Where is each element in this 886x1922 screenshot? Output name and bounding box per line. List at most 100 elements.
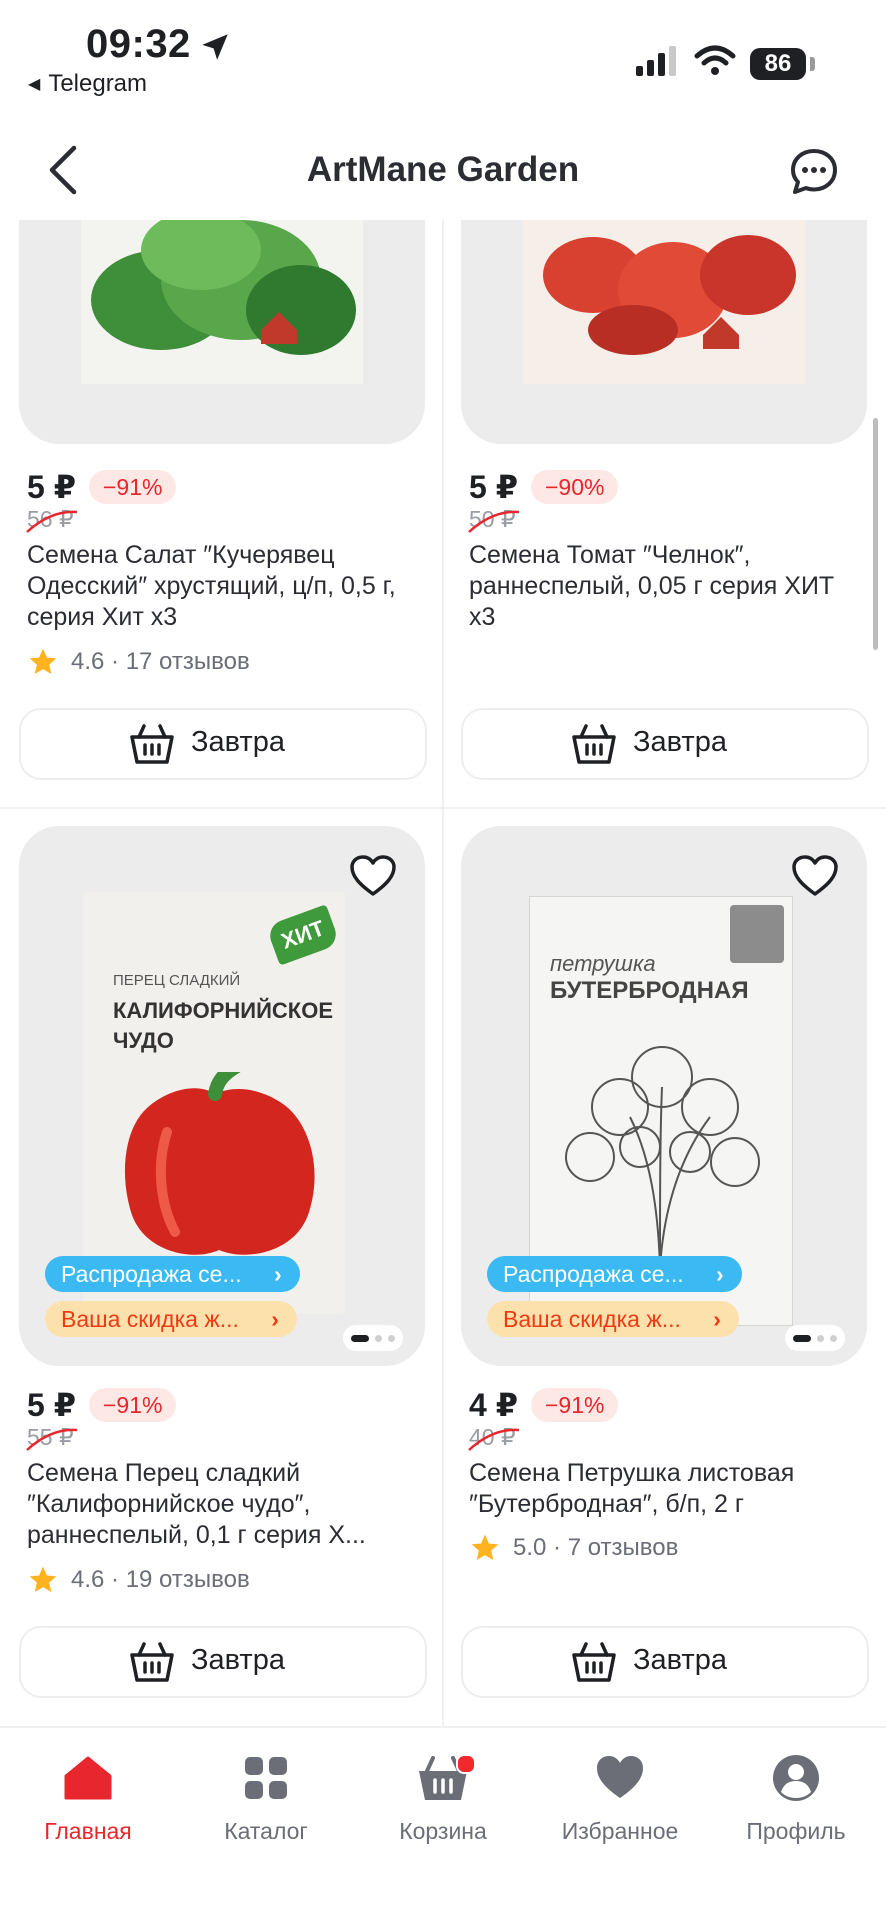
battery-tip <box>810 57 815 71</box>
delivery-label: Завтра <box>633 726 727 758</box>
product-image[interactable]: Распродажа се...› Ваша скидка ж...› <box>19 220 425 444</box>
rating: 4.6 · 17 отзывов <box>27 648 250 676</box>
delivery-label: Завтра <box>191 1644 285 1676</box>
column-divider <box>442 220 444 1730</box>
tomato-illustration <box>543 235 796 355</box>
discount-promo-badge[interactable]: Ваша скидка ж... › <box>487 1301 739 1337</box>
chevron-right-icon: › <box>713 1306 721 1332</box>
brand-logo <box>730 905 784 963</box>
basket-icon <box>572 724 616 764</box>
rating-text: 4.6 · 17 отзывов <box>71 648 250 675</box>
seed-pack-image: ХИТ ПЕРЕЦ СЛАДКИЙ КАЛИФОРНИЙСКОЕ ЧУДО <box>83 892 345 1314</box>
chevron-right-icon: › <box>715 1261 724 1287</box>
location-arrow-icon <box>202 34 228 60</box>
discount-promo-label: Ваша скидка ж... <box>503 1306 681 1332</box>
price: 4 ₽ <box>469 1387 518 1423</box>
bottom-tab-bar: Главная Каталог Корзина Избранное Профил… <box>0 1726 886 1922</box>
discount-promo-badge[interactable]: Ваша скидка ж... › <box>45 1301 297 1337</box>
product-grid: Распродажа се...› Ваша скидка ж...› 5 ₽ … <box>0 220 886 1730</box>
delivery-label: Завтра <box>191 726 285 758</box>
profile-icon <box>773 1755 819 1801</box>
discount-badge: −91% <box>89 1388 177 1422</box>
catalog-icon <box>245 1757 287 1799</box>
favorite-heart-icon[interactable] <box>349 854 397 898</box>
status-time: 09:32 <box>86 22 191 66</box>
product-image[interactable]: Распродажа се...› Ваша скидка ж...› <box>461 220 867 444</box>
basket-icon <box>572 1642 616 1682</box>
shop-title: ArtMane Garden <box>306 150 580 189</box>
strikethrough-icon <box>468 510 520 533</box>
tab-cart[interactable]: Корзина <box>358 1752 528 1845</box>
wifi-icon <box>694 45 736 75</box>
sale-promo-badge[interactable]: Распродажа се... › <box>487 1256 742 1292</box>
sale-promo-badge[interactable]: Распродажа се... › <box>45 1256 300 1292</box>
add-to-cart-button[interactable]: Завтра <box>19 708 427 780</box>
star-icon <box>471 1534 499 1560</box>
price: 5 ₽ <box>27 469 76 505</box>
add-to-cart-button[interactable]: Завтра <box>461 1626 869 1698</box>
rating: 4.6 · 19 отзывов <box>27 1566 250 1594</box>
tab-favorites[interactable]: Избранное <box>535 1752 705 1845</box>
strikethrough-icon <box>26 510 78 533</box>
rating-text: 4.6 · 19 отзывов <box>71 1566 250 1593</box>
star-icon <box>29 1566 57 1592</box>
tab-label: Главная <box>44 1818 132 1844</box>
discount-badge: −91% <box>89 470 177 504</box>
back-triangle-icon: ◀ <box>28 76 41 93</box>
product-image[interactable]: ХИТ ПЕРЕЦ СЛАДКИЙ КАЛИФОРНИЙСКОЕ ЧУДО Ра… <box>19 826 425 1366</box>
price: 5 ₽ <box>469 469 518 505</box>
basket-icon <box>130 1642 174 1682</box>
heart-icon <box>597 1756 643 1798</box>
star-icon <box>29 648 57 674</box>
pack-subtitle: петрушка <box>550 951 656 976</box>
product-name[interactable]: Семена Томат ″Челнок″, раннеспелый, 0,05… <box>469 540 864 633</box>
status-bar: 09:32 ◀ Telegram 86 <box>0 0 886 110</box>
product-image[interactable]: петрушка БУТЕРБРОДНАЯ Распродажа се... › … <box>461 826 867 1366</box>
sale-promo-label: Распродажа се... <box>61 1261 242 1287</box>
back-to-app-link[interactable]: ◀ Telegram <box>28 70 147 98</box>
battery-indicator: 86 <box>750 48 806 80</box>
back-app-label: Telegram <box>48 70 148 97</box>
pack-subtitle: ПЕРЕЦ СЛАДКИЙ <box>113 972 241 989</box>
shop-header: ArtMane Garden <box>0 120 886 220</box>
rating-text: 5.0 · 7 отзывов <box>513 1534 679 1561</box>
strikethrough-icon <box>26 1428 78 1451</box>
discount-badge: −91% <box>531 1388 619 1422</box>
pack-title: КАЛИФОРНИЙСКОЕ ЧУДО <box>113 998 334 1053</box>
cellular-signal-icon <box>636 46 676 76</box>
image-pager-dots <box>343 1325 403 1351</box>
seed-pack-image <box>523 220 805 384</box>
row-divider <box>0 807 886 809</box>
rating: 5.0 · 7 отзывов <box>469 1534 678 1562</box>
tab-profile[interactable]: Профиль <box>711 1752 881 1845</box>
price: 5 ₽ <box>27 1387 76 1423</box>
tab-label: Профиль <box>746 1818 846 1844</box>
cart-notification-dot <box>456 1754 476 1774</box>
delivery-label: Завтра <box>633 1644 727 1676</box>
tab-label: Каталог <box>224 1818 308 1844</box>
seed-pack-image <box>81 220 363 384</box>
tab-catalog[interactable]: Каталог <box>181 1752 351 1845</box>
add-to-cart-button[interactable]: Завтра <box>461 708 869 780</box>
home-icon <box>64 1756 112 1800</box>
favorite-heart-icon[interactable] <box>791 854 839 898</box>
chevron-right-icon: › <box>271 1306 279 1332</box>
product-name[interactable]: Семена Перец сладкий ″Калифорнийское чуд… <box>27 1458 422 1551</box>
strikethrough-icon <box>468 1428 520 1451</box>
sale-promo-label: Распродажа се... <box>503 1261 684 1287</box>
pack-title: БУТЕРБРОДНАЯ <box>550 977 749 1004</box>
discount-badge: −90% <box>531 470 619 504</box>
tab-home[interactable]: Главная <box>3 1752 173 1845</box>
chat-icon[interactable] <box>788 146 840 198</box>
lettuce-illustration <box>91 220 356 355</box>
add-to-cart-button[interactable]: Завтра <box>19 1626 427 1698</box>
chevron-right-icon: › <box>273 1261 282 1287</box>
pepper-illustration <box>124 1072 315 1255</box>
product-name[interactable]: Семена Петрушка листовая ″Бутербродная″,… <box>469 1458 864 1520</box>
scroll-indicator[interactable] <box>873 418 878 650</box>
tab-label: Избранное <box>561 1818 679 1844</box>
tab-label: Корзина <box>399 1818 487 1844</box>
discount-promo-label: Ваша скидка ж... <box>61 1306 239 1332</box>
pack-badge: ХИТ <box>265 904 341 966</box>
product-name[interactable]: Семена Салат ″Кучерявец Одесский″ хрустя… <box>27 540 422 633</box>
